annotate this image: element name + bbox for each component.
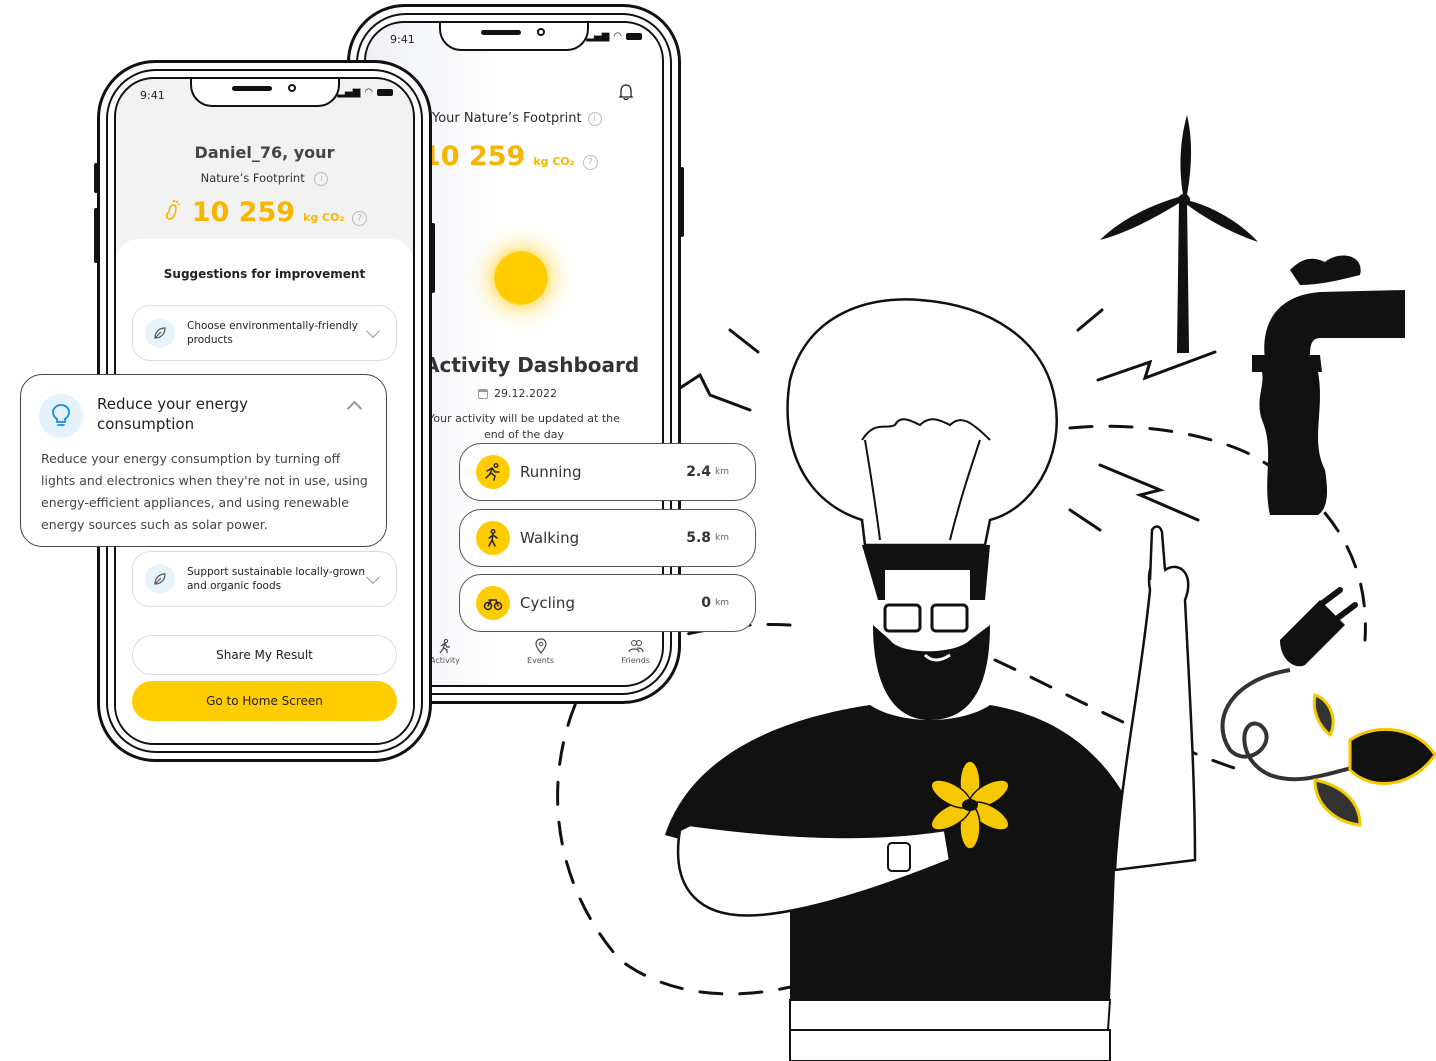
friends-icon: [627, 640, 644, 653]
footprint-title: Your Nature’s Footprint i: [432, 111, 602, 126]
activity-icon: [439, 638, 450, 654]
dashboard-note: Your activity will be updated at the end…: [428, 412, 620, 441]
volume-button: [94, 208, 98, 263]
footprint-icon: [165, 199, 180, 220]
activity-label: Walking: [520, 529, 580, 547]
score-unit: kg CO₂: [303, 211, 345, 224]
status-time: 9:41: [140, 89, 165, 102]
power-button: [680, 167, 684, 237]
go-home-button[interactable]: Go to Home Screen: [132, 681, 397, 721]
spark-line: [1096, 350, 1217, 382]
activity-card-walking[interactable]: Walking 5.8 km: [459, 509, 756, 567]
water-faucet-icon: [1252, 255, 1405, 515]
spark-line: [678, 372, 752, 412]
activity-value: 0: [701, 595, 712, 611]
score-unit: kg CO₂: [533, 155, 575, 168]
score-value: 10 259: [422, 141, 526, 172]
leaf-icon: [154, 573, 166, 585]
activity-value: 2.4: [686, 464, 712, 480]
power-button: [431, 223, 435, 293]
dashboard-title: Activity Dashboard: [424, 353, 640, 377]
greeting: Daniel_76, your: [194, 143, 335, 162]
running-icon: [485, 463, 500, 481]
lightbulb-icon: [52, 404, 70, 426]
belt: [789, 999, 1112, 1031]
info-icon[interactable]: i: [308, 171, 329, 186]
info-icon[interactable]: i: [587, 111, 602, 126]
help-icon[interactable]: ?: [582, 155, 598, 170]
side-button: [94, 163, 98, 193]
suggestions-title: Suggestions for improvement: [163, 267, 366, 281]
watch: [887, 842, 911, 872]
notch: [439, 23, 589, 51]
status-icons: ▂▄▆ ◠: [586, 31, 642, 42]
help-icon[interactable]: ?: [352, 211, 368, 226]
wifi-icon: ◠: [613, 31, 622, 42]
score-value: 10 259: [191, 197, 296, 228]
status-time: 9:41: [390, 33, 415, 46]
suggestion-body: Reduce your energy consumption by turnin…: [41, 451, 368, 532]
signal-icon: ▂▄▆: [586, 31, 610, 42]
notch: [189, 79, 340, 107]
location-pin-icon: [534, 638, 547, 654]
activity-label: Cycling: [520, 594, 575, 612]
bell-icon[interactable]: [618, 83, 634, 101]
suggestion-label: Support sustainable locally-grown and or…: [187, 566, 365, 592]
battery-icon: [626, 33, 642, 40]
activity-value: 5.8: [686, 530, 712, 546]
wifi-icon: ◠: [364, 87, 373, 98]
activity-unit: km: [715, 533, 729, 543]
glasses-left: [883, 603, 922, 633]
activity-card-running[interactable]: Running 2.4 km: [459, 443, 756, 501]
suggestion-title: Reduce your energy consumption: [97, 395, 249, 433]
spark-line: [1068, 508, 1102, 532]
activity-unit: km: [715, 598, 729, 608]
expanded-suggestion-card[interactable]: Reduce your energy consumption Reduce yo…: [20, 374, 387, 547]
status-icons: ▂▄▆ ◠: [337, 87, 393, 98]
calendar-icon: [478, 388, 488, 399]
chevron-up-icon[interactable]: [346, 400, 363, 417]
activity-card-cycling[interactable]: Cycling 0 km: [459, 574, 756, 632]
dashboard-date: 29.12.2022: [478, 387, 557, 400]
spark-line: [728, 328, 760, 354]
glasses-right: [930, 603, 969, 633]
spark-line: [1076, 308, 1104, 332]
tab-events[interactable]: Events: [527, 638, 554, 665]
footprint-score: 10 259 kg CO₂ ?: [422, 141, 598, 172]
footprint-score: 10 259 kg CO₂ ?: [116, 197, 413, 228]
battery-icon: [377, 89, 393, 96]
right-arm: [1113, 560, 1197, 872]
forehead: [885, 570, 970, 605]
wind-turbine-icon: [1100, 115, 1258, 353]
beard: [873, 625, 990, 720]
activity-unit: km: [715, 467, 729, 477]
footprint-subtitle: Nature’s Footprint i: [116, 171, 413, 186]
tab-friends[interactable]: Friends: [621, 638, 650, 665]
leaves-icon: [1312, 693, 1436, 827]
activity-label: Running: [520, 463, 582, 481]
suggestion-item[interactable]: Choose environmentally-friendly products: [132, 305, 397, 361]
tab-activity[interactable]: Activity: [430, 638, 460, 665]
sun-icon: [456, 213, 586, 343]
signal-icon: ▂▄▆: [337, 87, 361, 98]
walking-icon: [488, 529, 498, 547]
bottom-tab-bar: Activity Events Friends: [430, 638, 650, 665]
chevron-down-icon[interactable]: [365, 569, 381, 585]
pants: [789, 1029, 1111, 1061]
chevron-down-icon[interactable]: [365, 323, 381, 339]
spark-line: [1098, 463, 1200, 522]
suggestion-label: Choose environmentally-friendly products: [187, 320, 358, 346]
suggestion-item[interactable]: Support sustainable locally-grown and or…: [132, 551, 397, 607]
cycling-icon: [483, 599, 503, 611]
leaf-icon: [154, 327, 166, 339]
share-result-button[interactable]: Share My Result: [132, 635, 397, 675]
